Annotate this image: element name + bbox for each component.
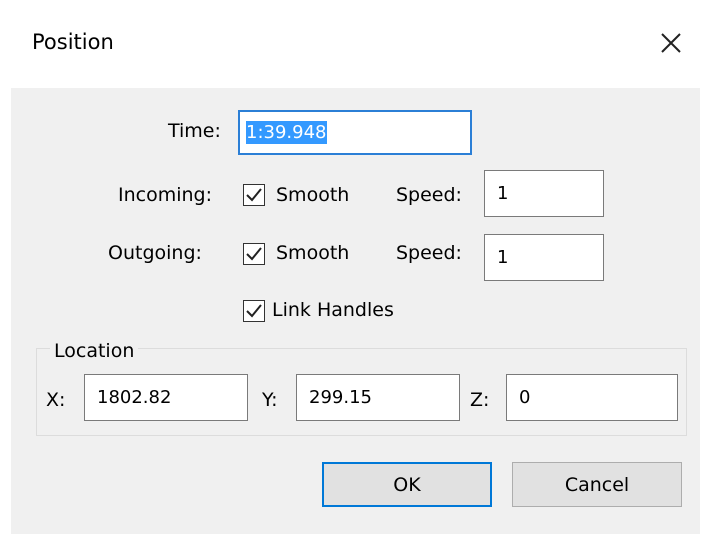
outgoing-speed-input[interactable]: 1	[484, 234, 604, 281]
incoming-speed-label: Speed:	[396, 184, 462, 206]
incoming-speed-input[interactable]: 1	[484, 170, 604, 217]
y-label: Y:	[262, 389, 278, 411]
time-label: Time:	[168, 120, 221, 142]
time-value: 1:39.948	[246, 121, 327, 144]
link-handles-checkbox[interactable]	[243, 300, 265, 322]
time-input[interactable]: 1:39.948	[238, 110, 472, 155]
cancel-button[interactable]: Cancel	[512, 462, 682, 507]
check-icon	[246, 304, 262, 318]
outgoing-label: Outgoing:	[108, 242, 202, 264]
location-group-label: Location	[50, 340, 139, 362]
outgoing-speed-label: Speed:	[396, 242, 462, 264]
outgoing-smooth-checkbox[interactable]	[243, 243, 265, 265]
incoming-smooth-checkbox[interactable]	[243, 184, 265, 206]
title-bar: Position	[0, 0, 707, 88]
z-input[interactable]: 0	[506, 374, 678, 421]
incoming-smooth-label: Smooth	[276, 184, 350, 206]
outgoing-smooth-label: Smooth	[276, 242, 350, 264]
z-label: Z:	[470, 389, 490, 411]
x-input[interactable]: 1802.82	[84, 374, 248, 421]
x-label: X:	[46, 389, 66, 411]
ok-button[interactable]: OK	[322, 462, 492, 507]
close-icon[interactable]	[656, 28, 686, 58]
dialog-title: Position	[32, 30, 114, 54]
y-input[interactable]: 299.15	[296, 374, 460, 421]
check-icon	[246, 247, 262, 261]
check-icon	[246, 188, 262, 202]
incoming-label: Incoming:	[118, 184, 213, 206]
link-handles-label: Link Handles	[272, 299, 394, 321]
